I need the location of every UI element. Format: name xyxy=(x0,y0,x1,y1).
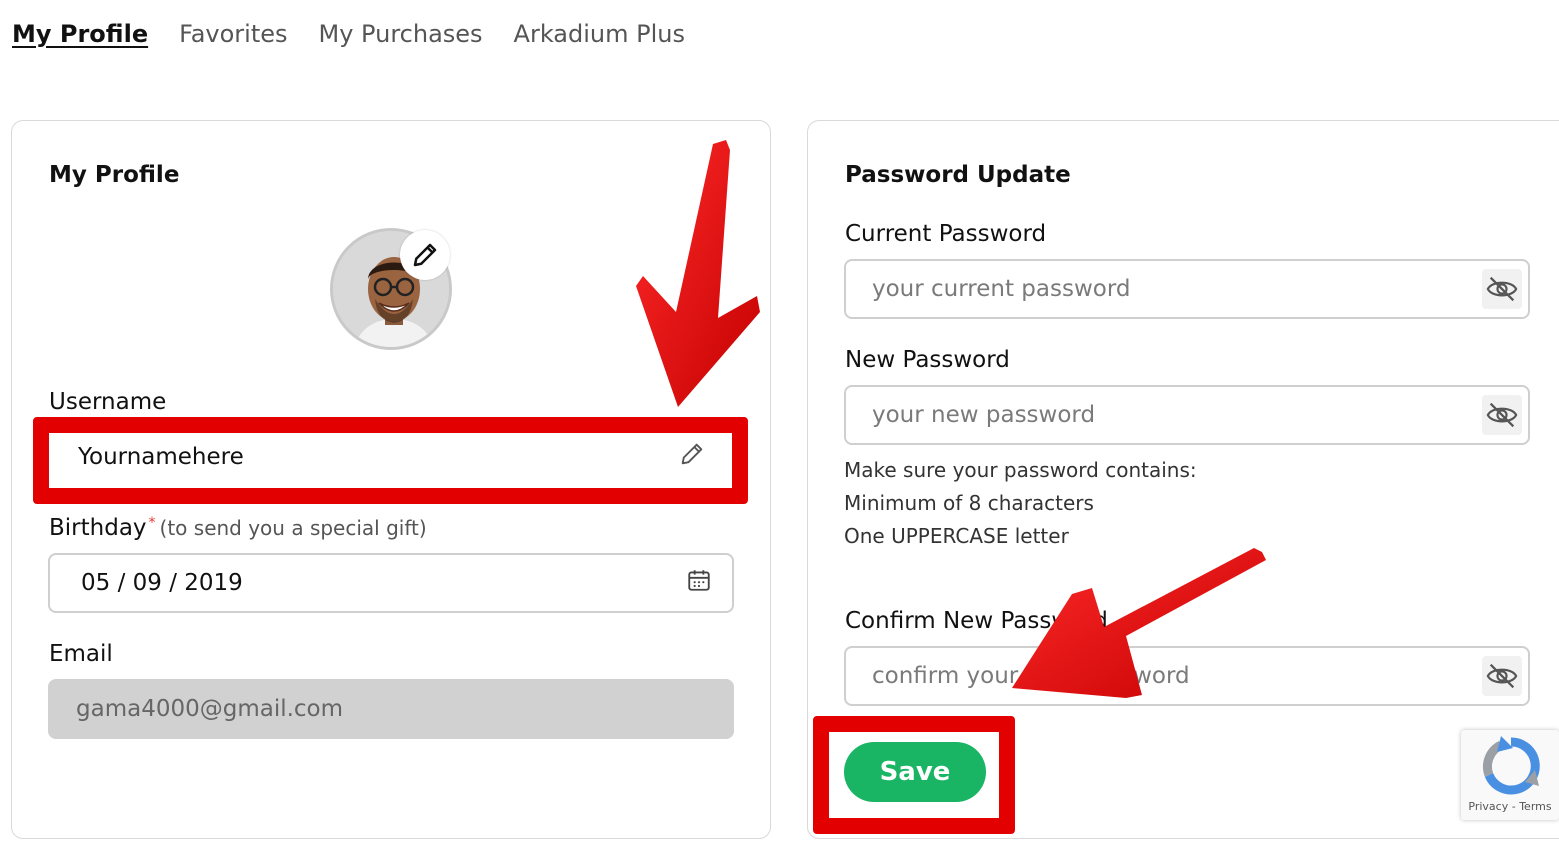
tab-arkadium-plus[interactable]: Arkadium Plus xyxy=(514,20,685,48)
new-password-label: New Password xyxy=(845,347,1010,373)
tab-my-profile[interactable]: My Profile xyxy=(12,20,148,48)
password-card-title: Password Update xyxy=(845,162,1071,188)
password-rule-uppercase: One UPPERCASE letter xyxy=(844,524,1069,548)
username-highlight-box xyxy=(33,417,748,504)
new-password-field[interactable]: your new password xyxy=(844,385,1530,445)
current-password-label: Current Password xyxy=(845,221,1047,247)
eye-slash-icon[interactable] xyxy=(1482,269,1522,309)
confirm-password-label: Confirm New Password xyxy=(845,608,1108,634)
new-password-placeholder: your new password xyxy=(872,402,1096,428)
current-password-placeholder: your current password xyxy=(872,276,1131,302)
tab-my-purchases[interactable]: My Purchases xyxy=(319,20,483,48)
profile-tabs: My Profile Favorites My Purchases Arkadi… xyxy=(12,20,685,48)
pencil-icon xyxy=(413,243,437,267)
password-rules-intro: Make sure your password contains: xyxy=(844,458,1197,482)
profile-card-title: My Profile xyxy=(49,162,180,188)
confirm-password-placeholder: confirm your new password xyxy=(872,663,1190,689)
password-rules: Make sure your password contains: Minimu… xyxy=(844,454,1197,553)
birthday-value: 05 / 09 / 2019 xyxy=(81,570,243,596)
eye-slash-icon[interactable] xyxy=(1482,656,1522,696)
birthday-hint: (to send you a special gift) xyxy=(159,516,427,540)
confirm-password-field[interactable]: confirm your new password xyxy=(844,646,1530,706)
birthday-label-text: Birthday xyxy=(49,515,147,541)
avatar-edit-button[interactable] xyxy=(400,230,450,280)
recaptcha-terms[interactable]: Privacy - Terms xyxy=(1461,800,1559,813)
required-marker: * xyxy=(148,515,156,531)
email-field: gama4000@gmail.com xyxy=(48,679,734,739)
recaptcha-badge[interactable]: Privacy - Terms xyxy=(1461,730,1559,820)
username-label: Username xyxy=(49,389,167,415)
tab-favorites[interactable]: Favorites xyxy=(179,20,287,48)
email-value: gama4000@gmail.com xyxy=(76,696,344,722)
birthday-field[interactable]: 05 / 09 / 2019 xyxy=(48,553,734,613)
recaptcha-icon xyxy=(1482,736,1540,795)
eye-slash-icon[interactable] xyxy=(1482,395,1522,435)
password-rule-length: Minimum of 8 characters xyxy=(844,491,1094,515)
birthday-label: Birthday * (to send you a special gift) xyxy=(49,515,427,541)
current-password-field[interactable]: your current password xyxy=(844,259,1530,319)
calendar-icon[interactable] xyxy=(686,567,712,599)
email-label: Email xyxy=(49,641,113,667)
save-button[interactable]: Save xyxy=(844,742,986,802)
